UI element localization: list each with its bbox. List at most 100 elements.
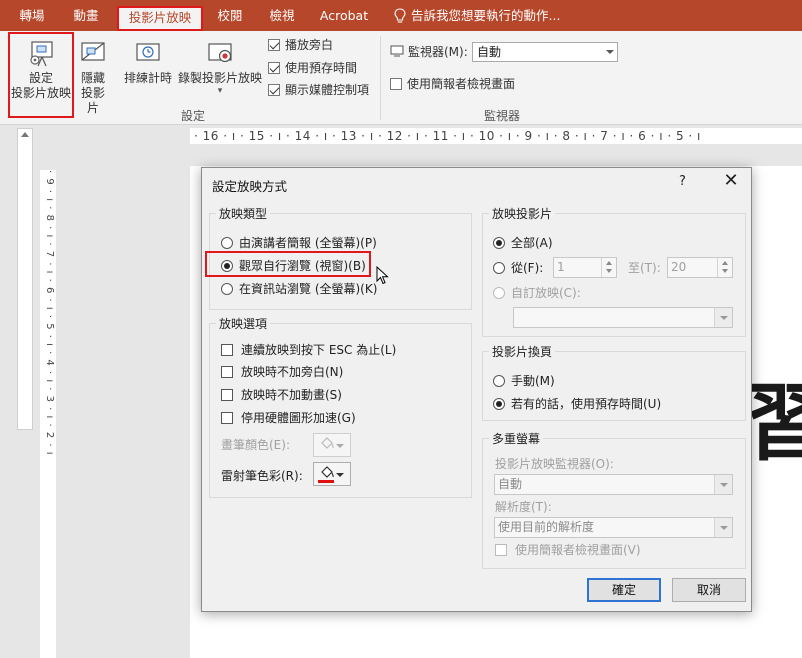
to-label: 至(T): (628, 261, 661, 275)
monitor-icon (390, 45, 404, 57)
hide-slide-button[interactable]: 隱藏 投影片 (76, 38, 110, 116)
paint-bucket-icon (321, 466, 334, 478)
radio-unselected-icon (493, 262, 505, 274)
show-media-controls-label: 顯示媒體控制項 (285, 83, 370, 97)
radio-browsed-at-kiosk[interactable]: 在資訊站瀏覽 (全螢幕)(K) (221, 281, 377, 297)
radio-from-slide[interactable]: 從(F): (493, 260, 543, 276)
pen-color-button[interactable] (313, 433, 351, 457)
chevron-down-icon (336, 444, 344, 448)
chevron-down-icon (336, 473, 344, 477)
mouse-pointer-icon (376, 266, 389, 285)
play-narrations-checkbox[interactable]: 播放旁白 (268, 37, 333, 53)
presented-by-speaker-label: 由演講者簡報 (全螢幕)(P) (239, 236, 377, 250)
laser-color-swatch (318, 480, 334, 483)
show-media-controls-checkbox[interactable]: 顯示媒體控制項 (268, 82, 369, 98)
custom-show-select[interactable] (513, 307, 733, 328)
tab-animations[interactable]: 動畫 (64, 0, 108, 31)
radio-presented-by-speaker[interactable]: 由演講者簡報 (全螢幕)(P) (221, 235, 377, 251)
from-slide-spinner[interactable]: 1 (553, 257, 617, 278)
record-show-icon (208, 43, 232, 63)
rehearse-timings-label: 排練計時 (123, 71, 172, 85)
radio-use-timings[interactable]: 若有的話，使用預存時間(U) (493, 396, 661, 412)
checkbox-checked-icon (268, 39, 280, 51)
loop-until-esc-label: 連續放映到按下 ESC 為止(L) (241, 343, 397, 357)
dialog-presenter-view-label: 使用簡報者檢視畫面(V) (515, 543, 641, 557)
chevron-down-icon (714, 475, 732, 494)
no-narration-checkbox[interactable]: 放映時不加旁白(N) (221, 364, 343, 380)
radio-all-slides[interactable]: 全部(A) (493, 235, 553, 251)
use-timings-checkbox[interactable]: 使用預存時間 (268, 60, 357, 76)
disable-hw-accel-checkbox[interactable]: 停用硬體圖形加速(G) (221, 410, 356, 426)
lightbulb-icon (394, 8, 406, 23)
use-presenter-view-label: 使用簡報者檢視畫面 (407, 77, 516, 91)
close-icon[interactable]: ✕ (720, 170, 742, 192)
spin-down-icon[interactable] (722, 269, 728, 273)
checkbox-unchecked-icon (495, 544, 507, 556)
checkbox-unchecked-icon (221, 389, 233, 401)
chevron-down-icon (606, 50, 614, 54)
play-narrations-label: 播放旁白 (285, 38, 334, 52)
radio-manual-advance[interactable]: 手動(M) (493, 373, 555, 389)
dialog-presenter-view-checkbox[interactable]: 使用簡報者檢視畫面(V) (495, 542, 641, 558)
show-options-legend: 放映選項 (216, 315, 271, 332)
manual-advance-label: 手動(M) (511, 374, 555, 388)
slide-show-monitor-value: 自動 (498, 477, 523, 491)
chevron-down-icon (714, 308, 732, 327)
laser-color-button[interactable] (313, 462, 351, 486)
ribbon-tab-bar: 轉場 動畫 投影片放映 校閱 檢視 Acrobat 告訴我您想要執行的動作... (0, 0, 802, 31)
tell-me-search[interactable]: 告訴我您想要執行的動作... (411, 0, 561, 31)
setup-show-dialog: 設定放映方式 ? ✕ 放映類型 由演講者簡報 (全螢幕)(P) 觀眾自行瀏覽 (… (201, 167, 752, 612)
setup-show-highlight (8, 32, 74, 118)
radio-unselected-icon (493, 287, 505, 299)
all-slides-label: 全部(A) (511, 236, 553, 250)
resolution-label: 解析度(T): (495, 500, 552, 514)
loop-until-esc-checkbox[interactable]: 連續放映到按下 ESC 為止(L) (221, 342, 396, 358)
checkbox-checked-icon (268, 84, 280, 96)
multiple-monitors-legend: 多重螢幕 (489, 430, 544, 447)
rehearse-timings-button[interactable]: 排練計時 (122, 38, 174, 86)
record-show-label: 錄製投影片放映 (177, 71, 262, 85)
tab-slide-show[interactable]: 投影片放映 (117, 6, 203, 31)
record-slide-show-button[interactable]: 錄製投影片放映 ▾ (176, 38, 264, 96)
checkbox-unchecked-icon (390, 78, 402, 90)
hide-slide-icon (81, 42, 105, 61)
show-slides-legend: 放映投影片 (489, 205, 556, 222)
checkbox-unchecked-icon (221, 344, 233, 356)
slide-show-monitor-select[interactable]: 自動 (494, 474, 733, 495)
spin-up-icon[interactable] (606, 261, 612, 265)
monitors-group-label: 監視器 (484, 109, 521, 123)
thumbnail-scrollbar[interactable] (17, 128, 33, 430)
use-presenter-view-checkbox[interactable]: 使用簡報者檢視畫面 (390, 76, 515, 92)
tab-acrobat[interactable]: Acrobat (314, 0, 374, 31)
vertical-ruler-marks: · 9 · ı · 8 · ı · 7 · ı · 6 · ı · 5 · ı … (44, 170, 55, 456)
cancel-button[interactable]: 取消 (672, 578, 746, 602)
tab-transitions[interactable]: 轉場 (12, 0, 52, 31)
custom-show-label: 自訂放映(C): (511, 286, 581, 300)
tab-review[interactable]: 校閱 (210, 0, 250, 31)
to-slide-spinner[interactable]: 20 (667, 257, 733, 278)
use-timings-advance-label: 若有的話，使用預存時間(U) (511, 397, 662, 411)
chevron-down-icon: ▾ (217, 86, 223, 96)
from-label: 從(F): (511, 261, 544, 275)
disable-hw-accel-label: 停用硬體圖形加速(G) (241, 411, 356, 425)
spin-up-icon[interactable] (722, 261, 728, 265)
monitor-select[interactable]: 自動 (472, 42, 618, 62)
pen-color-label: 畫筆顏色(E): (221, 438, 290, 452)
tab-view[interactable]: 檢視 (262, 0, 302, 31)
spin-down-icon[interactable] (606, 269, 612, 273)
paint-bucket-icon (321, 437, 334, 449)
radio-custom-show[interactable]: 自訂放映(C): (493, 285, 581, 301)
radio-unselected-icon (221, 283, 233, 295)
dialog-title: 設定放映方式 (212, 179, 288, 194)
scroll-up-arrow-icon[interactable] (21, 132, 29, 137)
horizontal-ruler: · 16 · ı · 15 · ı · 14 · ı · 13 · ı · 12… (190, 128, 802, 144)
slide-text: 習 (745, 373, 802, 472)
slide-show-monitor-label: 投影片放映監視器(O): (495, 457, 614, 471)
vertical-ruler: · 9 · ı · 8 · ı · 7 · ı · 6 · ı · 5 · ı … (40, 170, 56, 658)
chevron-down-icon (714, 518, 732, 537)
no-animation-checkbox[interactable]: 放映時不加動畫(S) (221, 387, 342, 403)
radio-selected-icon (493, 237, 505, 249)
help-icon[interactable]: ? (679, 174, 686, 189)
ok-button[interactable]: 確定 (587, 578, 661, 602)
resolution-select[interactable]: 使用目前的解析度 (494, 517, 733, 538)
